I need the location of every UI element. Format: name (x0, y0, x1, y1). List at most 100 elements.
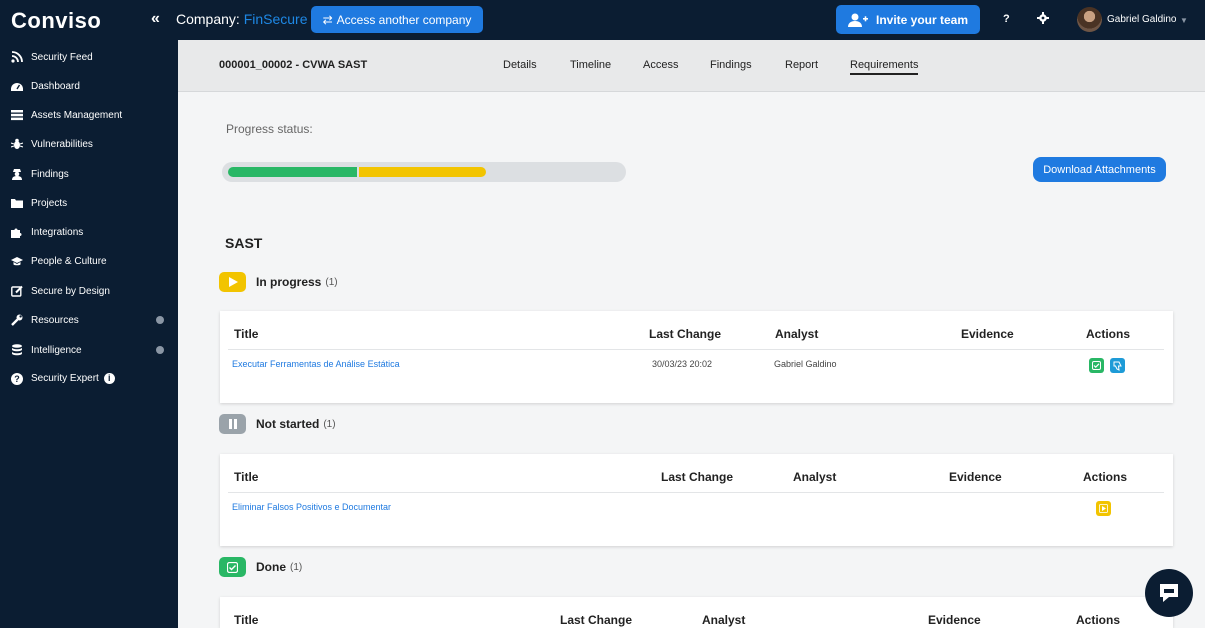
access-another-company-button[interactable]: ⇄ Access another company (311, 6, 483, 33)
sidebar-item-label: People & Culture (31, 255, 107, 267)
column-header-analyst: Analyst (775, 327, 819, 341)
requirements-table-done: Title Last Change Analyst Evidence Actio… (220, 597, 1173, 628)
column-header-last-change: Last Change (661, 470, 734, 484)
group-count: (1) (290, 561, 303, 573)
column-header-title: Title (234, 613, 259, 627)
sidebar-item-secure-by-design[interactable]: Secure by Design (0, 279, 178, 303)
column-header-actions: Actions (1076, 613, 1121, 627)
puzzle-icon (11, 228, 22, 238)
list-icon (11, 110, 23, 121)
section-title: SAST (225, 235, 263, 251)
start-requirement-button[interactable] (1096, 501, 1111, 516)
sidebar-item-security-expert[interactable]: ? Security Expert i (0, 367, 178, 391)
mark-done-button[interactable] (1089, 358, 1104, 373)
progress-in-progress-segment (359, 167, 486, 177)
sidebar-item-dashboard[interactable]: Dashboard (0, 74, 178, 98)
requirements-table-in-progress: Title Last Change Analyst Evidence Actio… (220, 311, 1173, 403)
sidebar-item-people-culture[interactable]: People & Culture (0, 249, 178, 273)
download-attachments-button[interactable]: Download Attachments (1033, 157, 1166, 182)
group-count: (1) (323, 418, 336, 430)
column-header-last-change: Last Change (560, 613, 633, 627)
access-another-company-label: Access another company (336, 12, 472, 27)
wrench-icon (11, 314, 23, 326)
column-header-actions: Actions (1086, 327, 1131, 341)
column-header-evidence: Evidence (961, 327, 1014, 341)
sidebar-item-projects[interactable]: Projects (0, 191, 178, 215)
dashboard-icon (11, 83, 23, 91)
graduation-cap-icon (11, 257, 23, 266)
pause-icon (219, 414, 246, 434)
invite-team-label: Invite your team (875, 12, 969, 27)
sidebar-item-label: Intelligence (31, 344, 82, 356)
user-plus-icon (847, 13, 868, 27)
sidebar-item-label-wrap: Security Expert i (31, 373, 115, 385)
rss-icon (11, 51, 23, 63)
company-indicator: Company: FinSecure (176, 11, 308, 27)
invite-team-button[interactable]: Invite your team (836, 5, 980, 34)
info-icon[interactable]: i (103, 373, 115, 385)
requirement-title-link[interactable]: Eliminar Falsos Positivos e Documentar (232, 502, 391, 512)
progress-bar (222, 162, 626, 182)
tab-access[interactable]: Access (643, 59, 678, 71)
help-icon[interactable]: ? (1003, 13, 1010, 25)
column-header-last-change: Last Change (649, 327, 722, 341)
column-header-title: Title (234, 327, 259, 341)
requirement-title-link[interactable]: Executar Ferramentas de Análise Estática (232, 359, 400, 369)
sidebar-item-vulnerabilities[interactable]: Vulnerabilities (0, 132, 178, 156)
column-header-evidence: Evidence (949, 470, 1002, 484)
database-icon (12, 344, 22, 356)
page-title: 000001_00002 - CVWA SAST (219, 59, 368, 71)
sidebar: Security Feed Dashboard Assets Managemen… (0, 40, 178, 628)
progress-done-segment (228, 167, 357, 177)
sidebar-item-label: Dashboard (31, 80, 80, 92)
gear-icon[interactable] (1037, 12, 1049, 24)
chevron-right-icon (156, 346, 164, 354)
question-circle-icon: ? (11, 373, 23, 385)
group-header-done: Done (1) (219, 557, 302, 577)
sidebar-item-integrations[interactable]: Integrations (0, 220, 178, 244)
sidebar-item-security-feed[interactable]: Security Feed (0, 45, 178, 69)
sidebar-item-label: Security Feed (31, 51, 93, 63)
company-name: FinSecure (243, 11, 308, 27)
tab-findings[interactable]: Findings (710, 59, 752, 71)
chat-bubble-icon (1160, 584, 1178, 602)
progress-status-label: Progress status: (226, 122, 313, 136)
tab-report[interactable]: Report (785, 59, 818, 71)
sidebar-item-assets-management[interactable]: Assets Management (0, 103, 178, 127)
avatar[interactable] (1077, 7, 1102, 32)
not-applicable-button[interactable] (1110, 358, 1125, 373)
chevron-down-icon[interactable]: ▼ (1180, 16, 1188, 25)
tab-requirements[interactable]: Requirements (850, 59, 919, 75)
group-header-in-progress: In progress (1) (219, 272, 338, 292)
sidebar-item-label: Projects (31, 197, 68, 209)
tab-timeline[interactable]: Timeline (570, 59, 611, 71)
group-header-not-started: Not started (1) (219, 414, 336, 434)
column-header-actions: Actions (1083, 470, 1128, 484)
collapse-sidebar-icon[interactable]: « (151, 10, 160, 28)
sidebar-item-findings[interactable]: Findings (0, 162, 178, 186)
last-change-value: 30/03/23 20:02 (652, 359, 713, 369)
swap-icon: ⇄ (322, 12, 333, 27)
column-header-analyst: Analyst (702, 613, 746, 627)
project-header: 000001_00002 - CVWA SAST Details Timelin… (178, 40, 1205, 92)
chevron-right-icon (156, 316, 164, 324)
user-name[interactable]: Gabriel Galdino (1107, 14, 1176, 25)
column-header-evidence: Evidence (928, 613, 981, 627)
sidebar-item-label: Resources (31, 314, 79, 326)
edit-icon (11, 285, 23, 297)
sidebar-item-label: Assets Management (31, 109, 123, 121)
svg-text:?: ? (14, 374, 20, 384)
user-secret-icon (12, 169, 22, 180)
play-icon (1099, 504, 1108, 513)
play-icon (219, 272, 246, 292)
folder-icon (11, 199, 23, 208)
group-label: Done (256, 560, 286, 574)
tab-details[interactable]: Details (503, 59, 537, 71)
sidebar-item-resources[interactable]: Resources (0, 308, 178, 332)
chat-button[interactable] (1145, 569, 1193, 617)
sidebar-item-label: Findings (31, 168, 69, 180)
sidebar-item-intelligence[interactable]: Intelligence (0, 338, 178, 362)
bug-icon (11, 138, 23, 149)
conviso-logo[interactable]: Conviso (11, 8, 101, 33)
company-label: Company: (176, 11, 240, 27)
